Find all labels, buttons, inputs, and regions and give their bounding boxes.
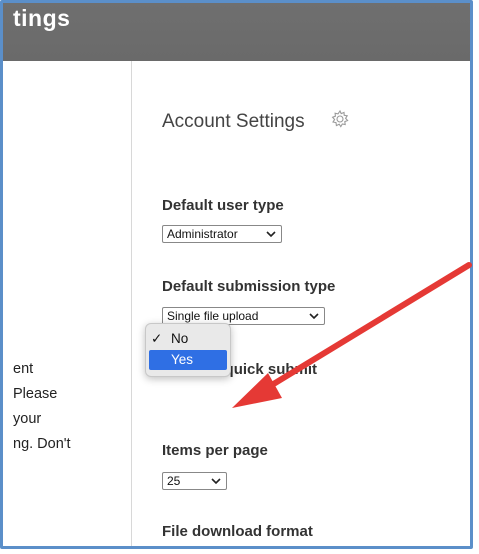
default-user-type-select[interactable]: Administrator <box>162 225 282 243</box>
help-line: your <box>13 411 42 427</box>
file-download-format-label: File download format <box>162 523 313 540</box>
option-label: No <box>171 331 189 346</box>
default-submission-type-label: Default submission type <box>162 278 336 295</box>
items-per-page-select[interactable]: 25 <box>162 472 227 490</box>
select-value: Single file upload <box>167 309 259 323</box>
left-panel: ent Please your ng. Don't <box>3 61 132 546</box>
left-help-text: ent Please your ng. Don't <box>13 357 71 457</box>
dropdown-option-no[interactable]: ✓ No <box>149 329 227 349</box>
help-line: Please <box>13 386 58 402</box>
check-icon: ✓ <box>151 331 163 346</box>
help-line: ent <box>13 361 34 377</box>
chevron-down-icon <box>266 231 276 238</box>
settings-content: Account Settings Default user type Admin… <box>145 61 469 546</box>
help-line: ng. Don't <box>13 436 71 452</box>
select-value: 25 <box>167 474 181 488</box>
chevron-down-icon <box>309 313 319 320</box>
page-title: tings <box>13 5 71 31</box>
items-per-page-label: Items per page <box>162 442 268 459</box>
default-user-type-label: Default user type <box>162 197 284 214</box>
main-area: ent Please your ng. Don't Account Settin… <box>3 61 470 546</box>
dropdown-option-yes[interactable]: Yes <box>149 350 227 370</box>
gear-icon <box>331 109 349 128</box>
chevron-down-icon <box>211 478 221 485</box>
quick-submit-dropdown-menu: ✓ No Yes <box>145 323 231 377</box>
section-title: Account Settings <box>162 111 305 132</box>
header-bar: tings <box>3 3 470 61</box>
select-value: Administrator <box>167 227 238 241</box>
option-label: Yes <box>171 352 194 367</box>
window-frame: tings ent Please your ng. Don't Account … <box>0 0 473 549</box>
